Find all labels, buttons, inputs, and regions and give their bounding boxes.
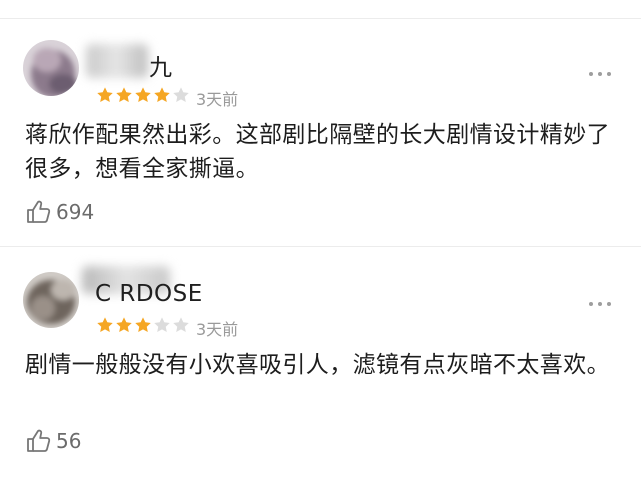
- review-content: 剧情一般般没有小欢喜吸引人，滤镜有点灰暗不太喜欢。: [25, 352, 610, 378]
- star-filled-icon: [116, 317, 132, 333]
- star-empty-icon: [173, 317, 189, 333]
- username-redaction: [86, 44, 148, 78]
- review-card: C RDOSE 3天前 剧情一般般没有小欢喜吸引人，滤镜有点灰暗不太喜欢。 56: [0, 246, 641, 494]
- star-filled-icon: [97, 317, 113, 333]
- star-rating: [96, 316, 190, 334]
- review-time: 3天前: [196, 90, 239, 109]
- avatar[interactable]: [23, 40, 79, 96]
- star-filled-icon: [116, 87, 132, 103]
- star-filled-icon: [97, 87, 113, 103]
- more-options-button[interactable]: [589, 72, 611, 76]
- like-count: 56: [56, 429, 82, 453]
- star-rating: [96, 86, 190, 104]
- review-content: 蒋欣作配果然出彩。这部剧比隔壁的长大剧情设计精妙了很多，想看全家撕逼。: [25, 122, 610, 182]
- like-count: 694: [56, 200, 95, 224]
- more-dot-icon: [589, 72, 593, 76]
- like-button[interactable]: 56: [26, 428, 81, 454]
- star-empty-icon: [154, 317, 170, 333]
- username[interactable]: 九: [149, 48, 173, 82]
- more-dot-icon: [589, 302, 593, 306]
- more-dot-icon: [598, 302, 602, 306]
- avatar[interactable]: [23, 272, 79, 328]
- review-time: 3天前: [196, 320, 239, 339]
- more-dot-icon: [607, 302, 611, 306]
- more-dot-icon: [598, 72, 602, 76]
- like-button[interactable]: 694: [26, 199, 94, 225]
- star-empty-icon: [173, 87, 189, 103]
- review-card: 九 3天前 蒋欣作配果然出彩。这部剧比隔壁的长大剧情设计精妙了很多，想看全家撕逼…: [0, 0, 641, 250]
- more-dot-icon: [607, 72, 611, 76]
- thumbs-up-icon: [27, 200, 51, 223]
- more-options-button[interactable]: [589, 302, 611, 306]
- username[interactable]: C RDOSE: [95, 281, 203, 307]
- star-filled-icon: [154, 87, 170, 103]
- thumbs-up-icon: [27, 429, 51, 452]
- star-filled-icon: [135, 317, 151, 333]
- star-filled-icon: [135, 87, 151, 103]
